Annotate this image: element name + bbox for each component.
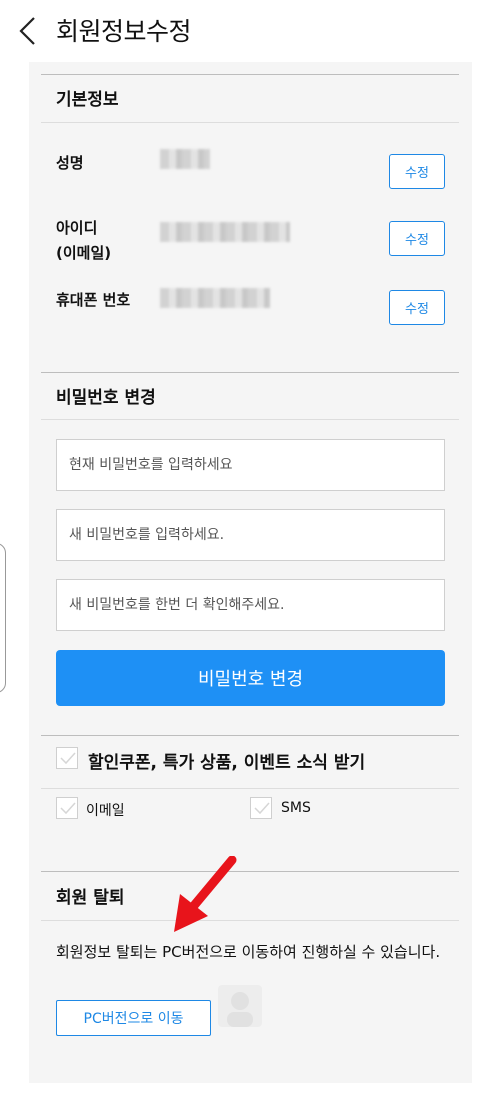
withdraw-section-title: 회원 탈퇴 [56, 888, 125, 908]
edit-phone-button[interactable]: 수정 [389, 290, 445, 325]
divider [41, 920, 459, 921]
section-divider [41, 871, 459, 872]
id-label: 아이디 (이메일) [56, 216, 111, 266]
name-label: 성명 [56, 151, 84, 176]
page-title: 회원정보수정 [56, 17, 192, 46]
name-label-text: 성명 [56, 154, 84, 172]
phone-label-text: 휴대폰 번호 [56, 291, 131, 309]
current-password-input[interactable] [56, 439, 445, 491]
red-arrow-icon [174, 856, 237, 932]
checkmark-icon [60, 802, 76, 815]
divider [41, 419, 459, 420]
section-divider [41, 74, 459, 75]
blog-watermark [218, 985, 418, 1029]
divider [41, 122, 459, 123]
phone-label: 휴대폰 번호 [56, 288, 130, 313]
name-value-redacted [160, 149, 210, 169]
password-section-title: 비밀번호 변경 [56, 388, 156, 408]
checkmark-icon [60, 752, 76, 765]
chevron-left-icon [19, 17, 35, 45]
marketing-consent-checkbox[interactable] [56, 747, 78, 769]
confirm-password-input[interactable] [56, 579, 445, 631]
edit-id-button[interactable]: 수정 [389, 221, 445, 256]
email-consent-checkbox[interactable] [56, 797, 78, 819]
id-label-line2: (이메일) [56, 244, 112, 262]
id-value-redacted [160, 222, 290, 242]
checkmark-icon [254, 802, 270, 815]
id-label-line1: 아이디 [56, 219, 98, 237]
email-option-label: 이메일 [86, 803, 125, 819]
basic-info-title: 기본정보 [56, 90, 119, 110]
divider [41, 788, 459, 789]
back-button[interactable] [14, 14, 44, 48]
marketing-consent-label: 할인쿠폰, 특가 상품, 이벤트 소식 받기 [88, 753, 366, 773]
watermark-avatar [218, 985, 262, 1027]
pc-version-button[interactable]: PC버전으로 이동 [56, 1000, 211, 1036]
side-drawer-handle[interactable] [0, 543, 6, 693]
sms-consent-checkbox[interactable] [250, 797, 272, 819]
change-password-button[interactable]: 비밀번호 변경 [56, 650, 445, 706]
phone-value-redacted [160, 288, 270, 308]
sms-option-label: SMS [281, 800, 311, 816]
app-header: 회원정보수정 [0, 0, 500, 62]
edit-name-button[interactable]: 수정 [389, 154, 445, 189]
section-divider [41, 372, 459, 373]
withdraw-description: 회원정보 탈퇴는 PC버전으로 이동하여 진행하실 수 있습니다. [56, 943, 441, 961]
section-divider [41, 735, 459, 736]
new-password-input[interactable] [56, 509, 445, 561]
